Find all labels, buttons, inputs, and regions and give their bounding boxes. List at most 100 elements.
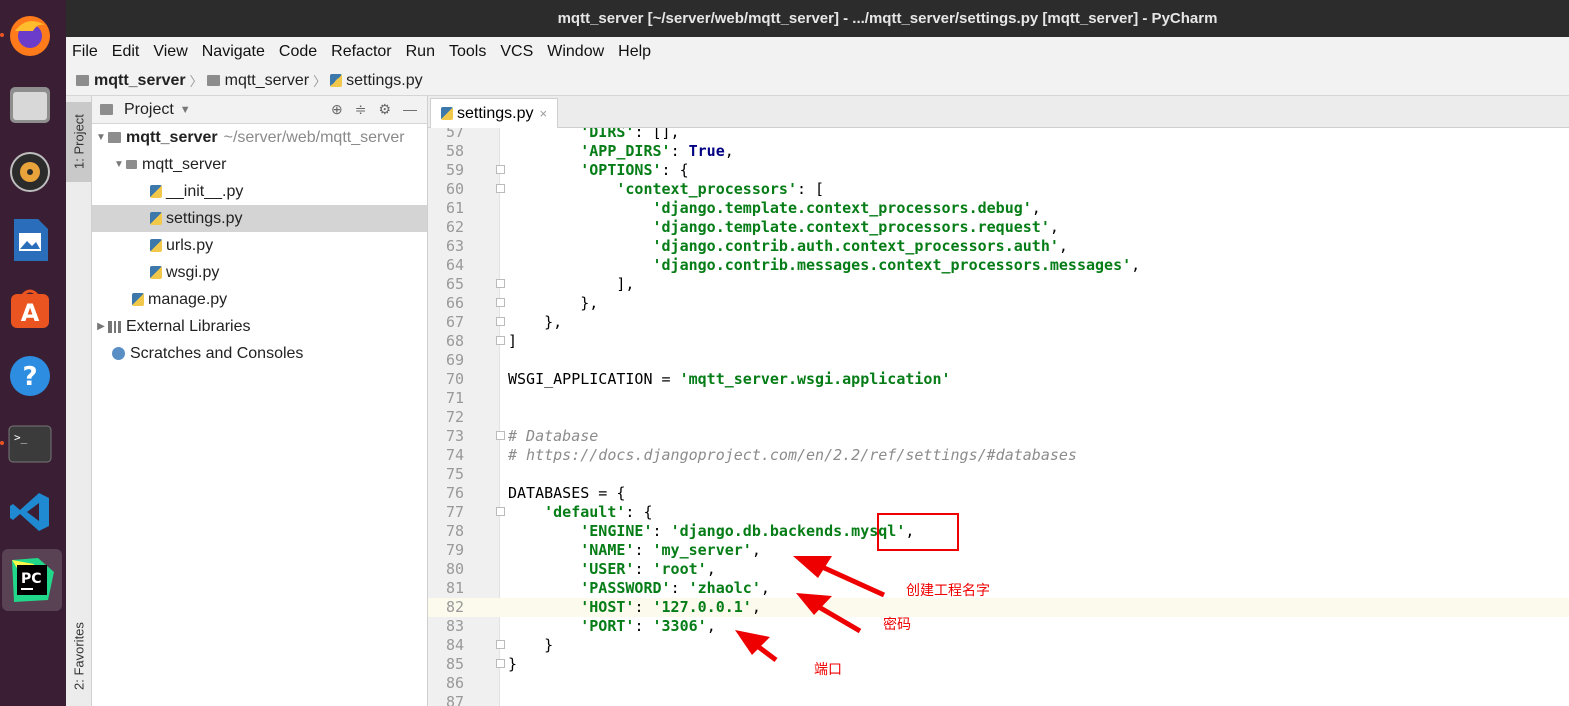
code-line[interactable]: 84 } (428, 636, 1569, 655)
menu-help[interactable]: Help (618, 43, 651, 61)
menu-vcs[interactable]: VCS (500, 43, 533, 61)
menu-run[interactable]: Run (406, 43, 435, 61)
locate-icon[interactable]: ⊕ (331, 101, 343, 118)
hide-icon[interactable]: — (403, 101, 417, 118)
code-line[interactable]: 78 'ENGINE': 'django.db.backends.mysql', (428, 522, 1569, 541)
fold-marker-icon[interactable] (496, 317, 505, 326)
project-panel-title[interactable]: Project (124, 101, 174, 119)
tree-item-urls[interactable]: urls.py (92, 232, 427, 259)
code-line[interactable]: 66 }, (428, 294, 1569, 313)
code-line[interactable]: 73 # Database (428, 427, 1569, 446)
tree-item-external-libraries[interactable]: ▶ External Libraries (92, 313, 427, 340)
menu-tools[interactable]: Tools (449, 43, 486, 61)
tree-item-settings[interactable]: settings.py (92, 205, 427, 232)
firefox-icon[interactable] (6, 12, 54, 60)
code-line[interactable]: 62 'django.template.context_processors.r… (428, 218, 1569, 237)
breadcrumb-package[interactable]: mqtt_server (206, 72, 309, 90)
breadcrumb: mqtt_server 〉 mqtt_server 〉 settings.py (66, 66, 1569, 96)
help-icon[interactable]: ? (6, 352, 54, 400)
fold-marker-icon[interactable] (496, 298, 505, 307)
vscode-icon[interactable] (6, 488, 54, 536)
tree-item-manage[interactable]: manage.py (92, 286, 427, 313)
code-line[interactable]: 64 'django.contrib.messages.context_proc… (428, 256, 1569, 275)
collapse-all-icon[interactable]: ≑ (355, 101, 367, 118)
code-line[interactable]: 80 'USER': 'root', (428, 560, 1569, 579)
code-line[interactable]: 65 ], (428, 275, 1569, 294)
pycharm-icon[interactable]: PC (2, 549, 62, 611)
line-number: 84 (445, 636, 464, 654)
code-line[interactable]: 81 'PASSWORD': 'zhaolc', (428, 579, 1569, 598)
expand-arrow-icon[interactable]: ▼ (94, 132, 108, 143)
menu-refactor[interactable]: Refactor (331, 43, 391, 61)
code-line[interactable]: 75 (428, 465, 1569, 484)
code-line[interactable]: 86 (428, 674, 1569, 693)
gear-icon[interactable]: ⚙ (378, 101, 391, 118)
editor-tab-bar: settings.py × (428, 96, 1569, 128)
code-line[interactable]: 61 'django.template.context_processors.d… (428, 199, 1569, 218)
code-text: }, (508, 313, 563, 331)
code-line[interactable]: 87 (428, 693, 1569, 706)
chevron-down-icon[interactable]: ▼ (180, 104, 191, 116)
code-line[interactable]: 57 'DIRS': [], (428, 128, 1569, 142)
favorites-tool-tab[interactable]: 2: Favorites (66, 606, 92, 706)
code-line[interactable]: 83 'PORT': '3306', (428, 617, 1569, 636)
window-title: mqtt_server [~/server/web/mqtt_server] -… (557, 10, 1218, 27)
code-line[interactable]: 70 WSGI_APPLICATION = 'mqtt_server.wsgi.a… (428, 370, 1569, 389)
fold-marker-icon[interactable] (496, 659, 505, 668)
fold-marker-icon[interactable] (496, 279, 505, 288)
breadcrumb-project[interactable]: mqtt_server (76, 72, 186, 90)
code-line[interactable]: 85} (428, 655, 1569, 674)
fold-marker-icon[interactable] (496, 431, 505, 440)
code-line[interactable]: 68] (428, 332, 1569, 351)
menu-edit[interactable]: Edit (112, 43, 140, 61)
project-tool-tab[interactable]: 1: Project (66, 102, 92, 182)
code-text: 'HOST': '127.0.0.1', (580, 598, 761, 616)
code-line[interactable]: 69 (428, 351, 1569, 370)
fold-marker-icon[interactable] (496, 184, 505, 193)
code-line[interactable]: 71 (428, 389, 1569, 408)
code-editor[interactable]: 57 'DIRS': [], 58 'APP_DIRS': True, 59 'OP… (428, 128, 1569, 706)
libreoffice-writer-icon[interactable] (6, 216, 54, 264)
code-text: 'django.contrib.auth.context_processors.… (652, 237, 1068, 255)
fold-marker-icon[interactable] (496, 640, 505, 649)
tree-item-wsgi[interactable]: wsgi.py (92, 259, 427, 286)
code-line[interactable]: 74 # https://docs.djangoproject.com/en/2.… (428, 446, 1569, 465)
tree-item-package[interactable]: ▼ mqtt_server (92, 151, 427, 178)
line-number: 58 (445, 142, 464, 160)
rhythmbox-icon[interactable] (6, 148, 54, 196)
code-line[interactable]: 59 'OPTIONS': { (428, 161, 1569, 180)
menu-code[interactable]: Code (279, 43, 317, 61)
line-number: 69 (445, 351, 464, 369)
menu-file[interactable]: File (72, 43, 98, 61)
menu-navigate[interactable]: Navigate (202, 43, 265, 61)
code-line[interactable]: 77 'default': { (428, 503, 1569, 522)
tab-settings-py[interactable]: settings.py × (430, 98, 559, 128)
line-number: 74 (445, 446, 464, 464)
code-line[interactable]: 60 'context_processors': [ (428, 180, 1569, 199)
expand-arrow-icon[interactable]: ▼ (112, 159, 126, 170)
code-line[interactable]: 63 'django.contrib.auth.context_processo… (428, 237, 1569, 256)
fold-marker-icon[interactable] (496, 165, 505, 174)
code-line[interactable]: 76 DATABASES = { (428, 484, 1569, 503)
code-line[interactable]: 79 'NAME': 'my_server', (428, 541, 1569, 560)
breadcrumb-file[interactable]: settings.py (330, 72, 423, 90)
tree-item-scratches[interactable]: Scratches and Consoles (92, 340, 427, 367)
code-line[interactable]: 67 }, (428, 313, 1569, 332)
fold-marker-icon[interactable] (496, 336, 505, 345)
menu-window[interactable]: Window (547, 43, 604, 61)
code-line[interactable]: 82 'HOST': '127.0.0.1', (428, 598, 1569, 617)
close-icon[interactable]: × (539, 106, 547, 121)
files-icon[interactable] (6, 80, 54, 128)
expand-arrow-icon[interactable]: ▶ (94, 321, 108, 332)
code-line[interactable]: 58 'APP_DIRS': True, (428, 142, 1569, 161)
software-center-icon[interactable]: A (6, 284, 54, 332)
menu-view[interactable]: View (153, 43, 187, 61)
terminal-icon[interactable]: >_ (6, 420, 54, 468)
tree-item-project-root[interactable]: ▼ mqtt_server ~/server/web/mqtt_server (92, 124, 427, 151)
line-number: 79 (445, 541, 464, 559)
code-line[interactable]: 72 (428, 408, 1569, 427)
fold-marker-icon[interactable] (496, 507, 505, 516)
tree-item-init[interactable]: __init__.py (92, 178, 427, 205)
python-file-icon (441, 107, 453, 120)
line-number: 62 (445, 218, 464, 236)
